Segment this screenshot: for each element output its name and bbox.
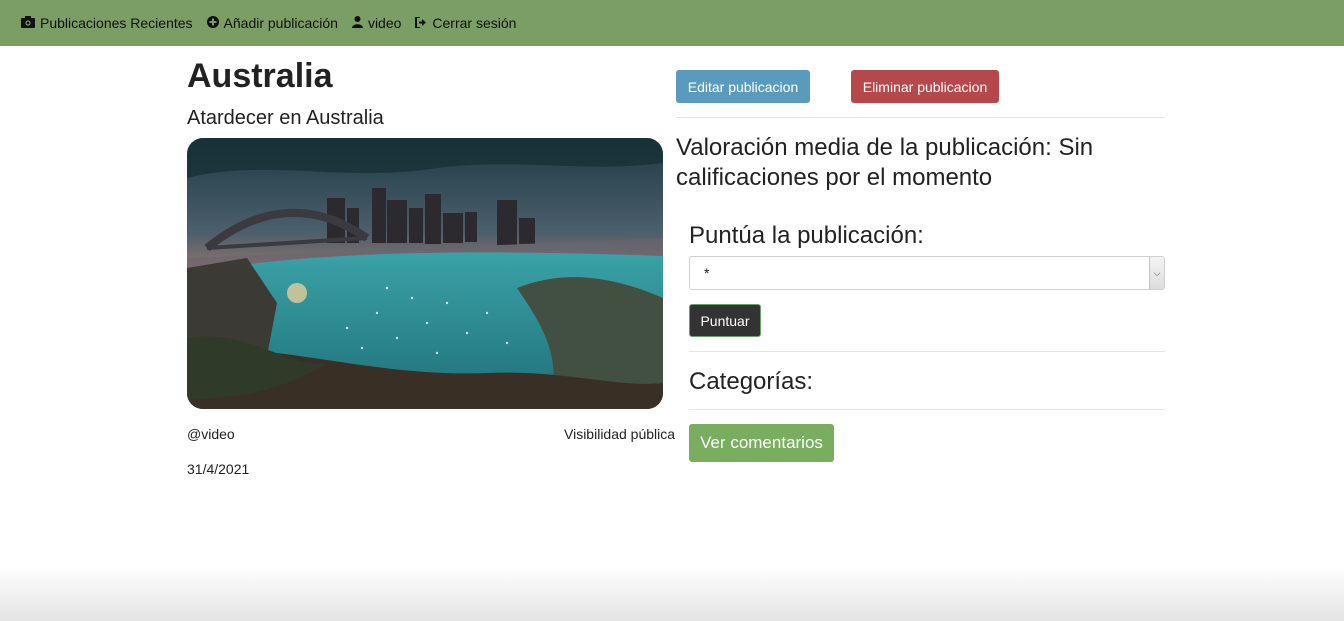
nav-user-profile[interactable]: video xyxy=(351,15,402,31)
nav-user-profile-label: video xyxy=(367,15,402,31)
post-title: Australia xyxy=(187,57,333,95)
user-icon xyxy=(351,15,363,31)
nav-recent-posts[interactable]: Publicaciones Recientes xyxy=(21,15,193,31)
edit-post-button[interactable]: Editar publicacion xyxy=(676,70,810,103)
view-comments-button[interactable]: Ver comentarios xyxy=(689,424,834,462)
divider xyxy=(689,409,1165,410)
post-subtitle: Atardecer en Australia xyxy=(187,107,384,129)
categories-heading: Categorías: xyxy=(689,368,814,395)
post-date: 31/4/2021 xyxy=(187,461,250,477)
average-rating-text: Valoración media de la publicación: Sin … xyxy=(676,134,1094,191)
plus-circle-icon xyxy=(206,15,219,31)
post-author: @video xyxy=(187,426,235,442)
post-visibility: Visibilidad pública xyxy=(564,426,676,442)
top-navbar: Publicaciones Recientes Añadir publicaci… xyxy=(0,0,1344,46)
nav-logout-label: Cerrar sesión xyxy=(432,15,517,31)
nav-add-post-label: Añadir publicación xyxy=(223,15,338,31)
rate-label: Puntúa la publicación: xyxy=(689,222,924,249)
divider xyxy=(676,117,1165,118)
bottom-fade xyxy=(0,566,1344,621)
nav-logout[interactable]: Cerrar sesión xyxy=(415,15,516,31)
nav-add-post[interactable]: Añadir publicación xyxy=(206,15,338,31)
nav-recent-posts-label: Publicaciones Recientes xyxy=(40,15,193,31)
rating-select-value: * xyxy=(704,265,710,281)
submit-rating-button[interactable]: Puntuar xyxy=(689,304,761,337)
post-image xyxy=(187,138,663,409)
delete-post-button[interactable]: Eliminar publicacion xyxy=(851,70,999,103)
camera-icon xyxy=(21,15,35,31)
divider xyxy=(689,351,1165,352)
sign-out-icon xyxy=(415,15,427,31)
rating-select[interactable]: * ⌵ xyxy=(689,256,1165,290)
chevron-down-icon[interactable]: ⌵ xyxy=(1149,257,1164,289)
